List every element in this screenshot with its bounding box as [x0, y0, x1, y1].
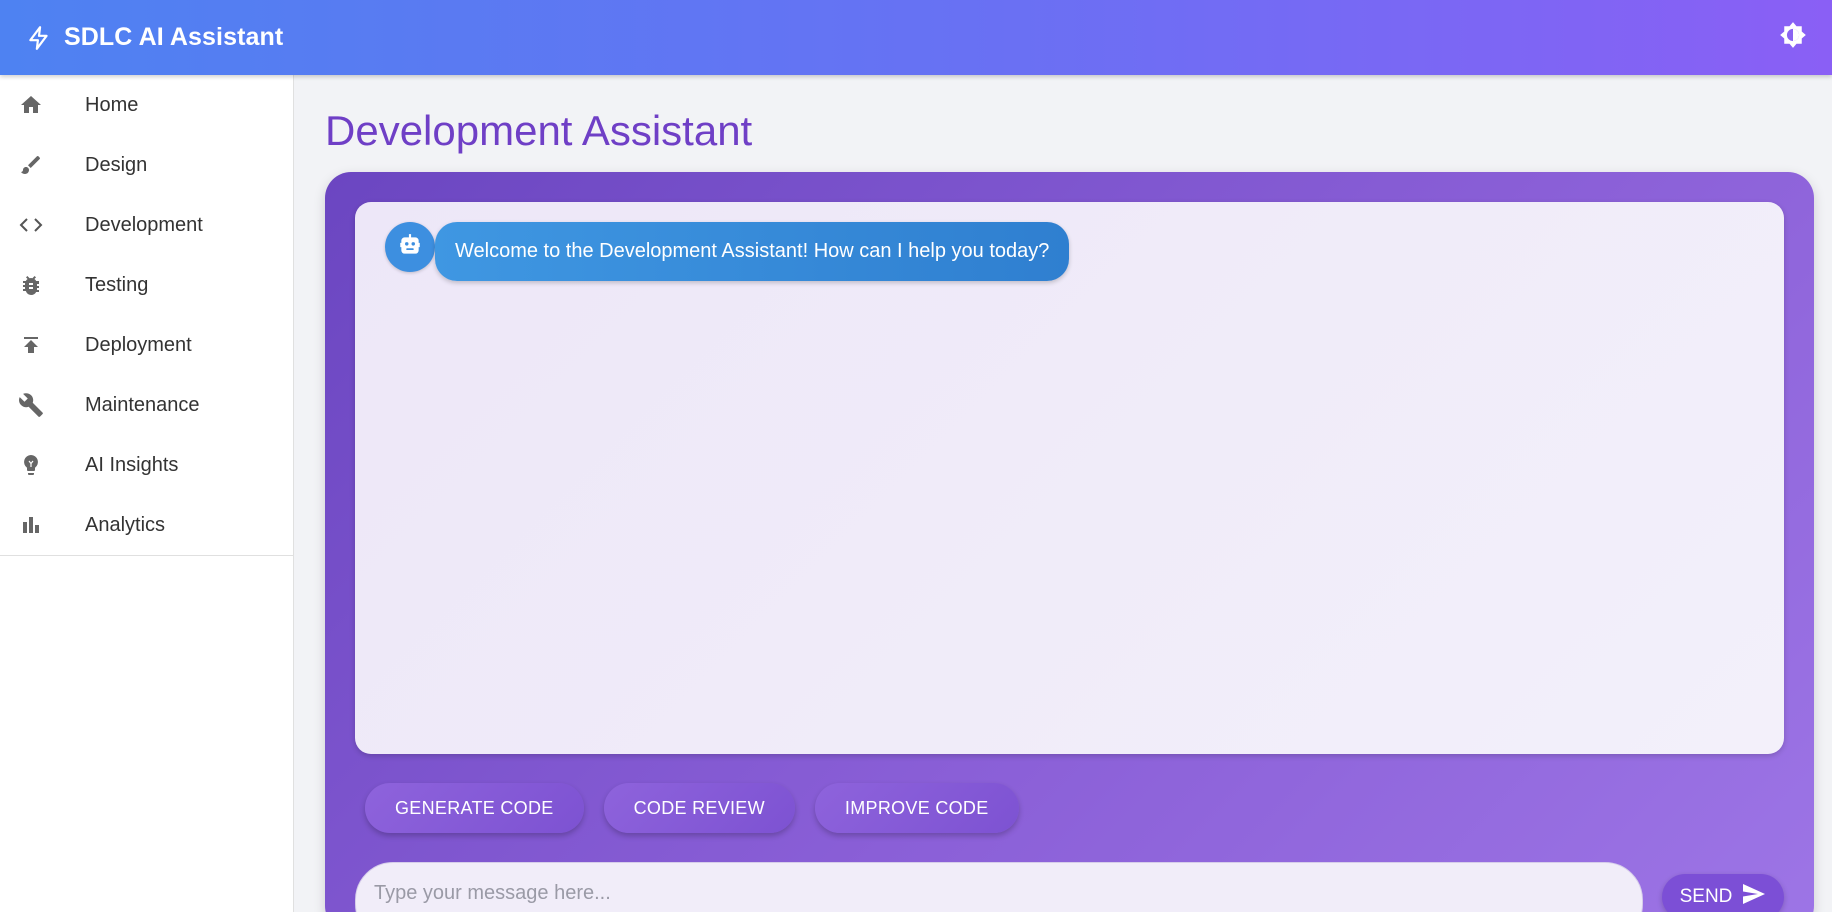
- sidebar-item-development[interactable]: Development: [0, 195, 293, 255]
- improve-code-button[interactable]: IMPROVE CODE: [814, 783, 1019, 833]
- sidebar-nav: Home Design Development Testing Deployme…: [0, 75, 293, 556]
- code-icon: [18, 212, 44, 238]
- lightbulb-icon: [18, 452, 44, 478]
- sidebar-item-deployment[interactable]: Deployment: [0, 315, 293, 375]
- sidebar: Home Design Development Testing Deployme…: [0, 75, 294, 912]
- assistant-panel: Welcome to the Development Assistant! Ho…: [325, 172, 1814, 912]
- sidebar-item-label: Analytics: [85, 513, 166, 536]
- theme-toggle-button[interactable]: [1776, 20, 1810, 54]
- home-icon: [18, 92, 44, 118]
- sidebar-item-design[interactable]: Design: [0, 135, 293, 195]
- chat-bubble: Welcome to the Development Assistant! Ho…: [435, 222, 1070, 281]
- sidebar-item-home[interactable]: Home: [0, 75, 293, 135]
- bolt-icon: [26, 24, 54, 52]
- quick-actions: GENERATE CODE CODE REVIEW IMPROVE CODE: [365, 783, 1019, 833]
- sidebar-item-maintenance[interactable]: Maintenance: [0, 375, 293, 435]
- robot-icon: [397, 232, 423, 263]
- sidebar-item-analytics[interactable]: Analytics: [0, 495, 293, 555]
- sidebar-item-label: Deployment: [85, 333, 192, 356]
- sidebar-item-label: Home: [85, 93, 139, 116]
- sidebar-item-label: Maintenance: [85, 393, 200, 416]
- code-review-button[interactable]: CODE REVIEW: [603, 783, 795, 833]
- message-input[interactable]: [356, 863, 1642, 912]
- bot-avatar: [385, 222, 435, 272]
- brightness-icon: [1779, 21, 1807, 54]
- app-title: SDLC AI Assistant: [64, 23, 284, 51]
- sidebar-item-ai-insights[interactable]: AI Insights: [0, 435, 293, 495]
- upload-icon: [18, 332, 44, 358]
- bug-icon: [18, 272, 44, 298]
- message-input-wrapper: [355, 862, 1643, 912]
- chat-message-bot: Welcome to the Development Assistant! Ho…: [385, 222, 1070, 281]
- sidebar-item-testing[interactable]: Testing: [0, 255, 293, 315]
- sidebar-item-label: Testing: [85, 273, 149, 296]
- send-label: SEND: [1679, 886, 1733, 907]
- send-icon: [1742, 883, 1766, 911]
- generate-code-button[interactable]: GENERATE CODE: [365, 783, 584, 833]
- bar-chart-icon: [18, 512, 44, 538]
- chat-window: Welcome to the Development Assistant! Ho…: [355, 202, 1784, 754]
- sidebar-item-label: Development: [85, 213, 203, 236]
- app-bar: SDLC AI Assistant: [0, 0, 1832, 75]
- sidebar-item-label: Design: [85, 153, 148, 176]
- page-title: Development Assistant: [325, 107, 753, 154]
- main-content: Development Assistant Welcome to the Dev…: [294, 75, 1832, 912]
- sidebar-item-label: AI Insights: [85, 453, 179, 476]
- wrench-icon: [18, 392, 44, 418]
- brush-icon: [18, 152, 44, 178]
- send-button[interactable]: SEND: [1662, 874, 1784, 912]
